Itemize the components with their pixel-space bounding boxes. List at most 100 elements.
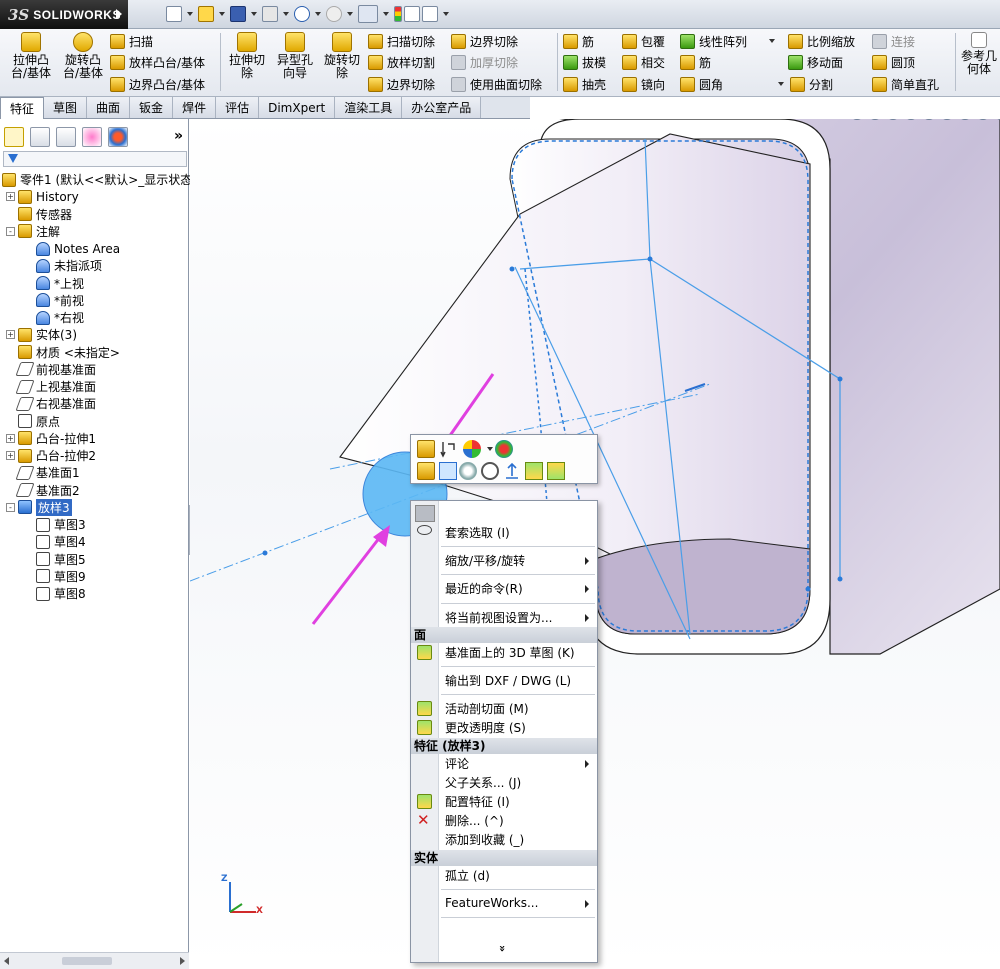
expand-more-icon[interactable]: » [496, 945, 509, 952]
rebuild-icon[interactable] [394, 6, 402, 22]
save-icon[interactable] [230, 6, 246, 22]
select-other-icon[interactable] [417, 462, 435, 480]
menu-item[interactable]: 活动剖切面 (M) [411, 699, 597, 718]
tree-item[interactable]: - 放样3 [6, 498, 72, 516]
undo-icon[interactable] [294, 6, 310, 22]
tree-item[interactable]: + 凸台-拉伸1 [6, 430, 96, 447]
dome-button[interactable]: 圆顶 [872, 52, 915, 72]
tree-item[interactable]: 基准面1 [6, 464, 80, 481]
tree-item[interactable]: 草图8 [24, 585, 86, 602]
tab-office-products[interactable]: 办公室产品 [402, 97, 482, 118]
linear-pattern-button[interactable]: 线性阵列 [680, 31, 778, 51]
scroll-thumb[interactable] [62, 957, 112, 965]
mirror-button[interactable]: 镜向 [622, 74, 665, 94]
expand-icon[interactable]: + [6, 330, 15, 340]
save-dropdown-icon[interactable] [251, 12, 257, 16]
lofted-cut-button[interactable]: 放样切割 [368, 52, 435, 72]
menu-item[interactable]: 父子关系... (J) [411, 773, 597, 792]
menu-item[interactable]: 更改透明度 (S) [411, 718, 597, 737]
tree-item[interactable]: *右视 [24, 309, 84, 326]
boundary-cut-button[interactable]: 边界切除 [451, 31, 518, 51]
options-icon[interactable] [422, 6, 438, 22]
tree-item[interactable]: 右视基准面 [6, 395, 96, 412]
tree-item[interactable]: 零件1 (默认<<默认>_显示状态 [2, 171, 192, 188]
extrude-boss-button[interactable]: 拉伸凸 台/基体 [6, 32, 56, 80]
solidworks-logo[interactable]: 3S SOLIDWORKS [0, 0, 128, 29]
tab-weldments[interactable]: 焊件 [173, 97, 217, 118]
shell-button[interactable]: 抽壳 [563, 74, 606, 94]
tab-sheet-metal[interactable]: 钣金 [130, 97, 174, 118]
tree-item[interactable]: 草图3 [24, 516, 86, 533]
collapse-icon[interactable]: - [6, 502, 15, 512]
tree-item[interactable]: *前视 [24, 292, 84, 309]
tube-lower-inner-edge[interactable] [594, 538, 811, 635]
tree-item[interactable]: 材质 <未指定> [6, 344, 120, 361]
open-folder-icon[interactable] [198, 6, 214, 22]
menu-arrow-icon[interactable] [116, 9, 122, 19]
sketch-point[interactable] [805, 586, 811, 592]
menu-item[interactable]: 配置特征 (I) [411, 792, 597, 811]
reference-geometry-button[interactable]: 参考几 何体 [958, 32, 1000, 76]
scale-button[interactable]: 比例缩放 [788, 31, 855, 51]
connect-button[interactable]: 连接 [872, 31, 915, 51]
tab-sketch[interactable]: 草图 [44, 97, 88, 118]
tab-features[interactable]: 特征 [0, 97, 45, 119]
split-dropdown-icon[interactable] [778, 82, 784, 86]
isolate-icon[interactable] [525, 462, 543, 480]
scroll-left-icon[interactable] [4, 957, 9, 965]
tree-item[interactable]: 草图9 [24, 568, 86, 585]
display-pane-icon[interactable] [495, 440, 513, 458]
swept-cut-button[interactable]: 扫描切除 [368, 31, 435, 51]
tree-item[interactable]: + History [6, 188, 79, 205]
display-manager-tab-icon[interactable] [108, 127, 128, 147]
simple-hole-button[interactable]: 简单直孔 [872, 74, 939, 94]
tab-evaluate[interactable]: 评估 [216, 97, 260, 118]
tree-filter[interactable] [3, 151, 187, 167]
sketch-point[interactable] [837, 576, 843, 582]
menu-item[interactable]: 最近的命令(R) [411, 579, 597, 598]
tree-item[interactable]: + 凸台-拉伸2 [6, 447, 96, 464]
rib-2-button[interactable]: 筋 [680, 52, 711, 72]
appearance-dropdown-icon[interactable] [487, 447, 493, 451]
print-icon[interactable] [262, 6, 278, 22]
open-dropdown-icon[interactable] [219, 12, 225, 16]
tree-item[interactable]: 基准面2 [6, 482, 80, 499]
wrap-button[interactable]: 包覆 [622, 31, 665, 51]
hide-others-icon[interactable] [547, 462, 565, 480]
menu-item[interactable]: 孤立 (d) [411, 866, 597, 885]
hole-wizard-button[interactable]: 异型孔 向导 [272, 32, 318, 80]
split-button[interactable]: 分割 [775, 74, 833, 94]
sweep-button[interactable]: 扫描 [110, 31, 153, 51]
sketch-point[interactable] [262, 550, 268, 556]
new-document-icon[interactable] [166, 6, 182, 22]
rib-button[interactable]: 筋 [563, 31, 594, 51]
select-cursor-icon[interactable] [358, 5, 378, 23]
collapse-icon[interactable]: - [6, 226, 15, 236]
expand-icon[interactable]: + [6, 451, 15, 460]
tree-item[interactable]: 原点 [6, 413, 60, 430]
intersect-button[interactable]: 相交 [622, 52, 665, 72]
menu-item[interactable]: ✕ 删除... (^) [411, 811, 597, 830]
menu-item[interactable]: 评论 [411, 754, 597, 773]
tab-surfaces[interactable]: 曲面 [87, 97, 131, 118]
tree-item[interactable]: 传感器 [6, 206, 72, 223]
thicken-cut-button[interactable]: 加厚切除 [451, 52, 518, 72]
options-dropdown-icon[interactable] [443, 12, 449, 16]
sketch-point[interactable] [837, 376, 843, 382]
sketch-point[interactable] [509, 266, 515, 272]
property-manager-tab-icon[interactable] [30, 127, 50, 147]
rollback-icon[interactable] [439, 440, 457, 458]
menu-item[interactable]: FeatureWorks... [411, 894, 597, 913]
sketch-on-face-icon[interactable] [439, 462, 457, 480]
section-view-icon[interactable] [904, 119, 918, 120]
menu-item[interactable]: 添加到收藏 (_) [411, 830, 597, 849]
scene-icon[interactable] [994, 119, 1000, 120]
expand-icon[interactable]: + [6, 433, 15, 443]
select-dropdown-icon[interactable] [383, 12, 389, 16]
view-orientation-icon[interactable] [922, 119, 936, 120]
zoom-area-icon[interactable] [868, 119, 882, 120]
edit-feature-icon[interactable] [417, 440, 435, 458]
menu-item[interactable]: 将当前视图设置为... [411, 608, 597, 627]
draft-button[interactable]: 拔模 [563, 52, 606, 72]
boundary-cut-2-button[interactable]: 边界切除 [368, 74, 435, 94]
